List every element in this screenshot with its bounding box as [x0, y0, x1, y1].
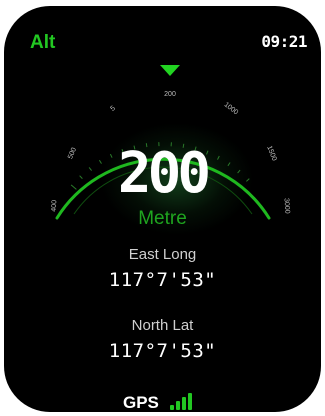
signal-bar: [176, 401, 180, 410]
altitude-unit: Metre: [138, 208, 187, 229]
north-lat-label: North Lat: [131, 317, 194, 334]
altitude-value: 200: [117, 141, 211, 206]
watch-screen: Alt 09:21 200 1000 1500 3000 5 500 400 2…: [4, 6, 321, 412]
signal-bar: [170, 405, 174, 410]
signal-bar: [182, 397, 186, 410]
north-lat-value: 117°7'53": [108, 340, 217, 362]
triangle-marker-icon: [160, 65, 180, 76]
gps-label: GPS: [123, 393, 159, 412]
signal-bar: [188, 393, 192, 410]
gauge-tick-label: 200: [164, 91, 176, 98]
east-long-value: 117°7'53": [108, 269, 217, 291]
signal-bars-icon: [170, 392, 200, 410]
gauge-tick-label: 1000: [223, 101, 240, 116]
gauge-tick-label: 5: [109, 105, 116, 113]
east-long-label: East Long: [128, 246, 197, 263]
